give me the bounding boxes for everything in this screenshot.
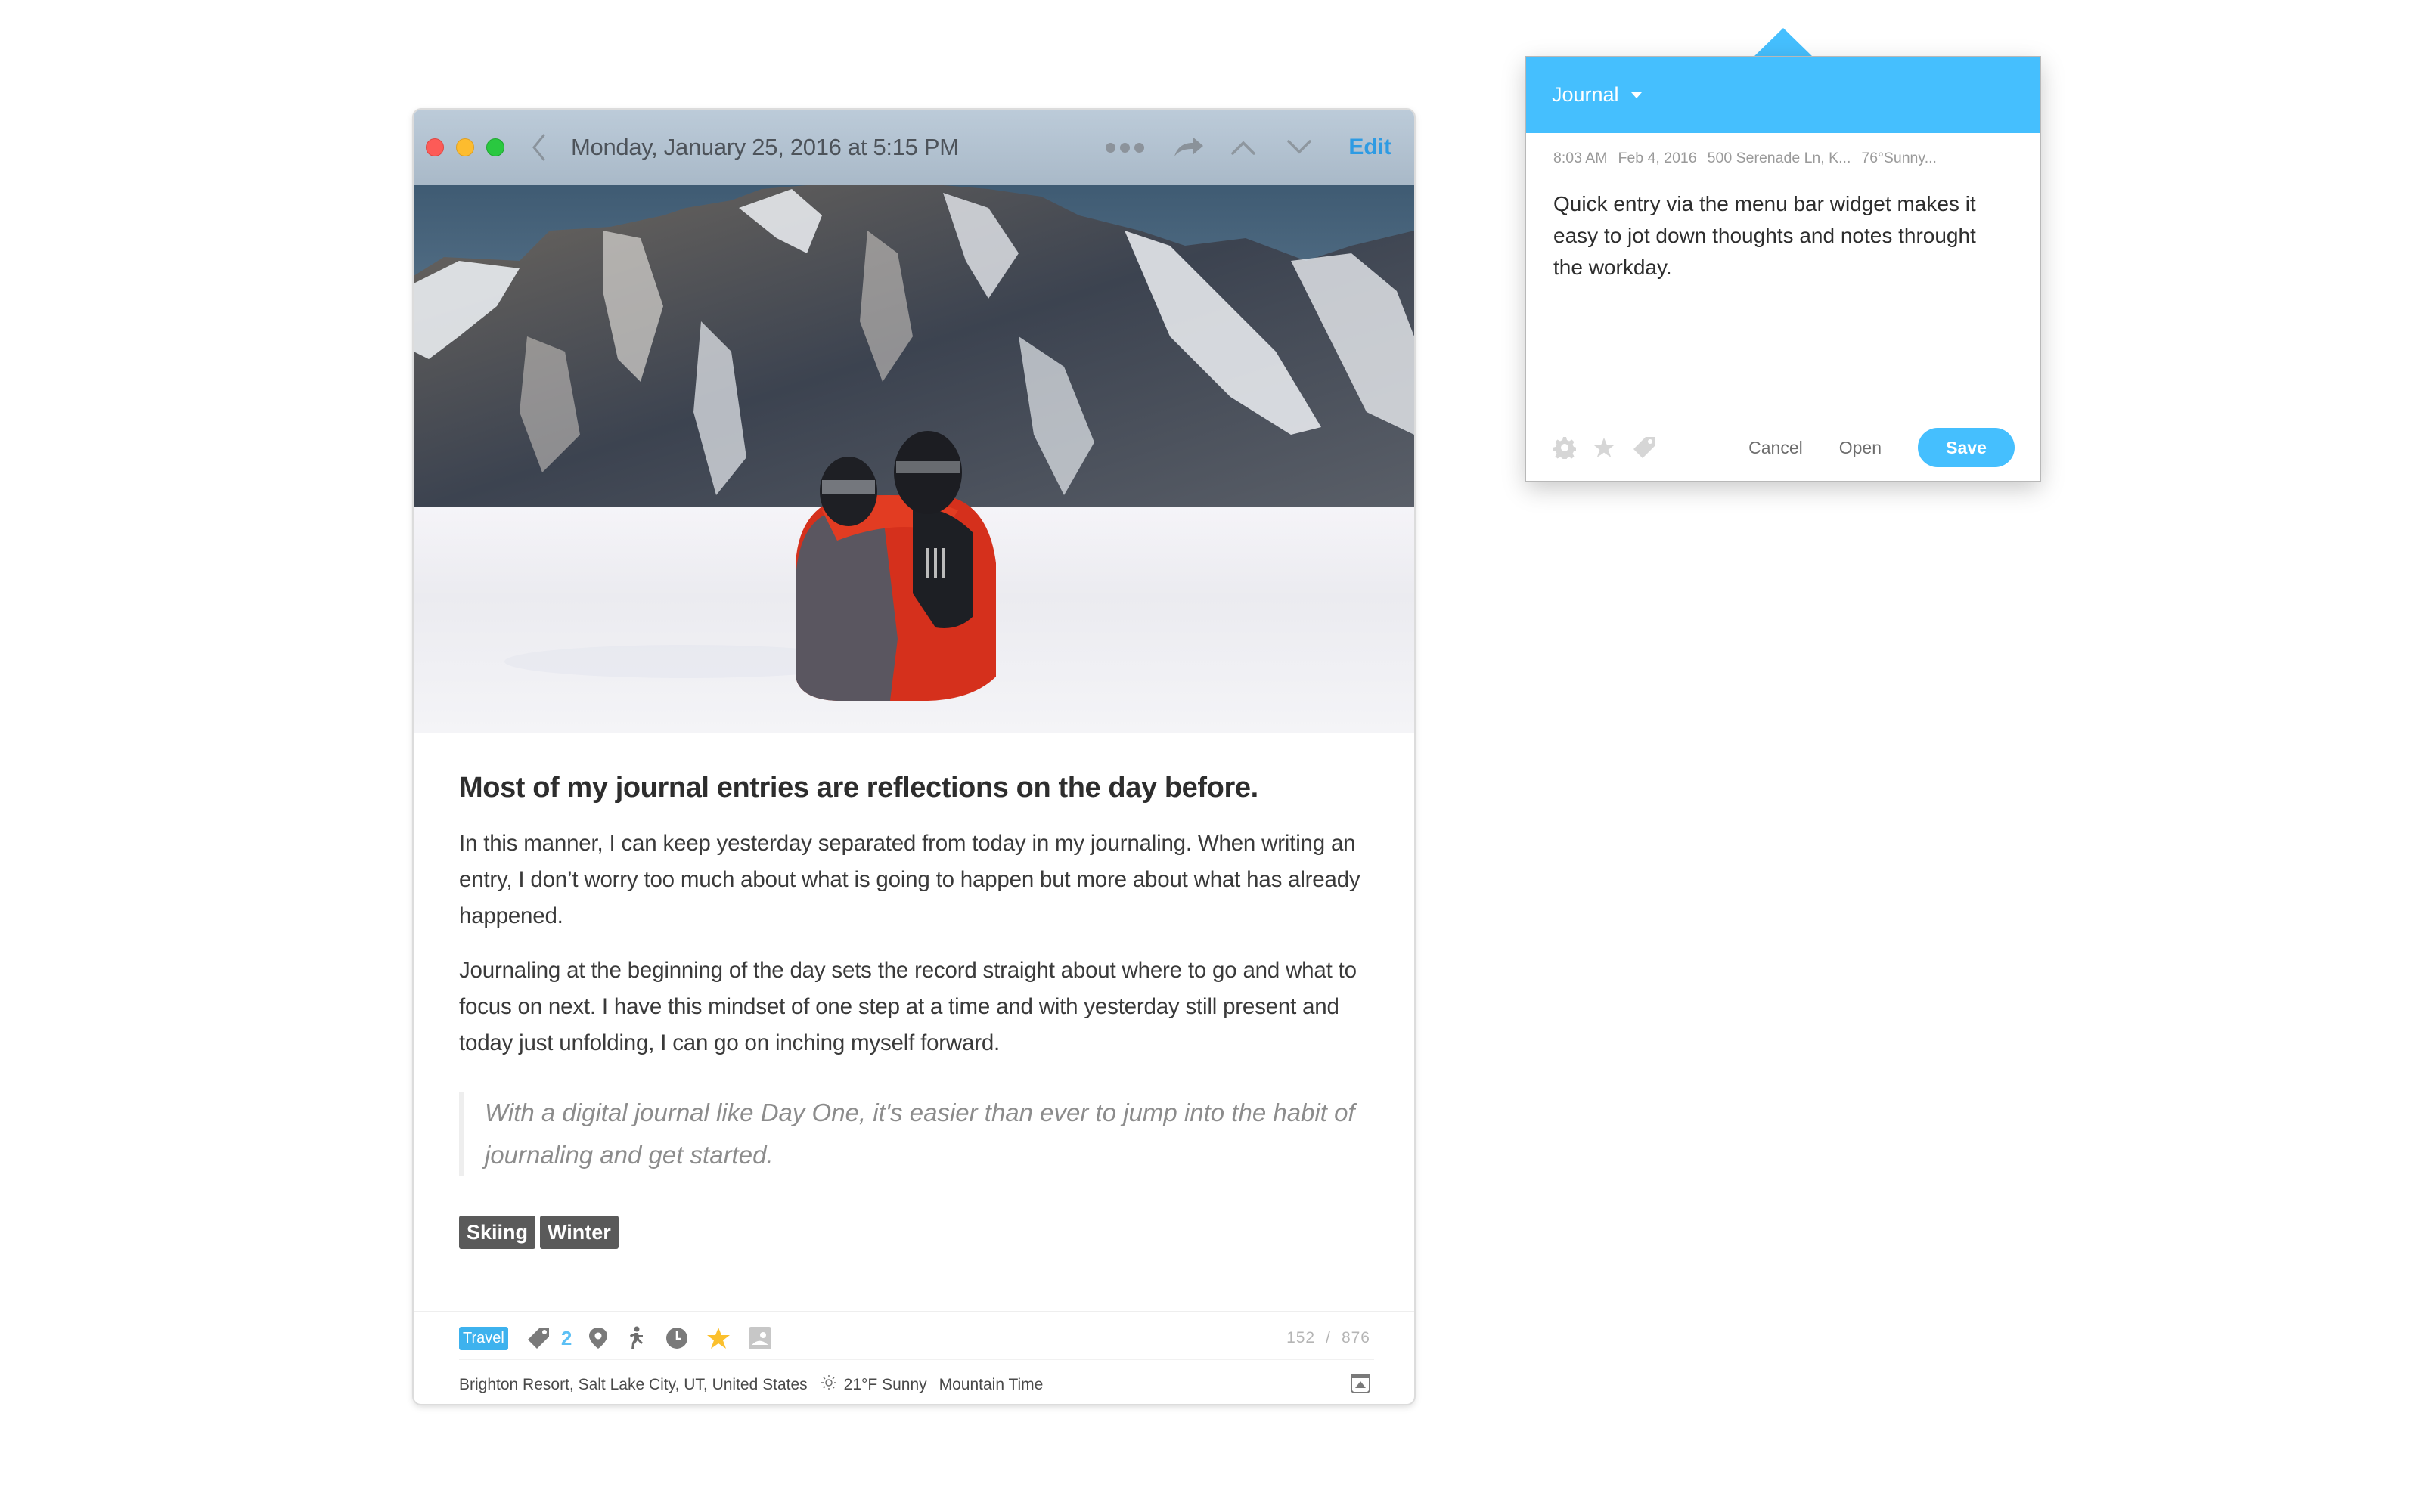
location-text[interactable]: Brighton Resort, Salt Lake City, UT, Uni… <box>459 1376 808 1394</box>
window-controls <box>426 138 504 156</box>
entry-paragraph: In this manner, I can keep yesterday sep… <box>459 831 1360 928</box>
cancel-button[interactable]: Cancel <box>1748 438 1803 458</box>
entry-date[interactable]: Feb 4, 2016 <box>1618 150 1697 167</box>
close-window-button[interactable] <box>426 138 444 156</box>
toggle-photo-icon[interactable] <box>1351 1374 1370 1398</box>
timezone-text: Mountain Time <box>939 1376 1044 1393</box>
activity-walking-icon[interactable] <box>626 1326 647 1350</box>
word-char-count: 152/876 <box>1286 1329 1370 1346</box>
zoom-window-button[interactable] <box>486 138 504 156</box>
entry-body[interactable]: Most of my journal entries are reflectio… <box>459 733 1367 1249</box>
caret-down-icon <box>1630 91 1642 98</box>
quick-entry-textarea[interactable]: Quick entry via the menu bar widget make… <box>1553 188 2000 284</box>
popover-header: Journal <box>1526 57 2040 133</box>
tag-skiing[interactable]: Skiing <box>459 1216 536 1249</box>
journal-entry-window: Monday, January 25, 2016 at 5:15 PM Edit <box>414 110 1414 1404</box>
entry-location-bar: Brighton Resort, Salt Lake City, UT, Uni… <box>459 1366 1370 1404</box>
char-count: 876 <box>1341 1329 1370 1346</box>
journal-badge[interactable]: Travel <box>459 1326 508 1350</box>
popover-footer: Cancel Open Save <box>1553 428 2015 467</box>
chevron-left-icon[interactable] <box>530 132 553 163</box>
tag-icon[interactable] <box>526 1326 551 1350</box>
entry-paragraph: Journaling at the beginning of the day s… <box>459 958 1357 1055</box>
save-button[interactable]: Save <box>1918 428 2015 467</box>
snow-mountain-photo <box>414 185 1414 733</box>
clock-icon[interactable] <box>666 1327 688 1349</box>
divider <box>459 1359 1374 1360</box>
word-count: 152 <box>1286 1329 1316 1346</box>
chevron-down-icon[interactable] <box>1286 139 1312 156</box>
open-button[interactable]: Open <box>1839 438 1882 458</box>
quick-entry-metadata: 8:03 AM Feb 4, 2016 500 Serenade Ln, K..… <box>1553 150 2040 167</box>
entry-blockquote: With a digital journal like Day One, it'… <box>459 1092 1367 1176</box>
chevron-up-icon[interactable] <box>1230 139 1256 156</box>
entry-heading: Most of my journal entries are reflectio… <box>459 772 1258 804</box>
tag-count: 2 <box>560 1326 572 1349</box>
divider <box>414 1311 1414 1312</box>
title-bar[interactable]: Monday, January 25, 2016 at 5:15 PM Edit <box>414 110 1414 185</box>
entry-weather[interactable]: 76°Sunny... <box>1861 150 1937 167</box>
journal-name: Journal <box>1552 83 1619 106</box>
minimize-window-button[interactable] <box>456 138 474 156</box>
gear-icon[interactable] <box>1553 436 1576 459</box>
journal-selector[interactable]: Journal <box>1552 83 1642 107</box>
entry-metadata-bar: Travel 2 152/876 <box>459 1317 1370 1359</box>
entry-photo[interactable] <box>414 185 1414 733</box>
share-icon[interactable] <box>1173 135 1205 160</box>
more-icon[interactable] <box>1106 142 1145 153</box>
entry-date-title: Monday, January 25, 2016 at 5:15 PM <box>571 134 959 160</box>
edit-button[interactable]: Edit <box>1348 135 1392 160</box>
location-pin-icon[interactable] <box>588 1327 608 1349</box>
sun-weather-icon <box>821 1375 836 1395</box>
entry-time[interactable]: 8:03 AM <box>1553 150 1608 167</box>
star-icon[interactable] <box>1593 436 1615 459</box>
tag-icon[interactable] <box>1632 435 1656 460</box>
entry-tags: Skiing Winter <box>459 1216 1367 1249</box>
photo-icon[interactable] <box>749 1327 772 1349</box>
quick-entry-popover: Journal 8:03 AM Feb 4, 2016 500 Serenade… <box>1526 57 2040 481</box>
tag-winter[interactable]: Winter <box>540 1216 619 1249</box>
popover-arrow <box>1753 28 1813 57</box>
weather-text: 21°F Sunny <box>843 1376 927 1393</box>
star-icon[interactable] <box>706 1327 731 1349</box>
entry-location[interactable]: 500 Serenade Ln, K... <box>1708 150 1851 167</box>
